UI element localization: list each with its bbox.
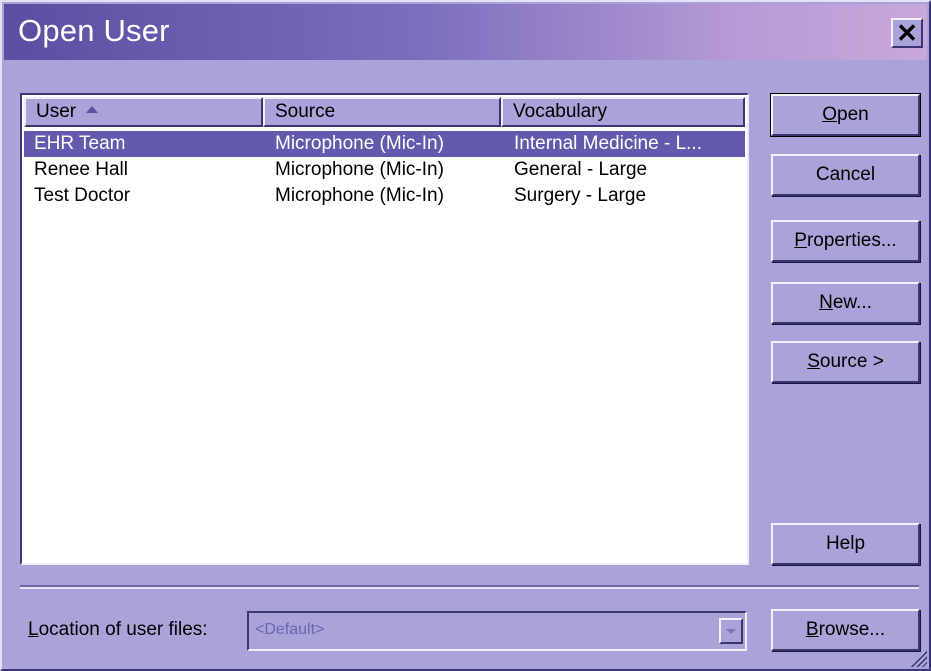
button-label: roperties... xyxy=(806,230,897,251)
location-combobox[interactable]: <Default> xyxy=(247,611,747,651)
mnemonic: O xyxy=(822,104,838,125)
chevron-down-icon xyxy=(726,628,736,634)
browse-button[interactable]: Browse... xyxy=(771,609,920,651)
button-label: ew... xyxy=(832,292,872,313)
mnemonic: L xyxy=(28,619,39,640)
source-button[interactable]: Source > xyxy=(771,341,920,383)
sort-ascending-icon xyxy=(86,106,99,113)
column-header-vocabulary[interactable]: Vocabulary xyxy=(501,97,745,127)
cell-source: Microphone (Mic-In) xyxy=(275,159,444,180)
properties-button[interactable]: Properties... xyxy=(771,220,920,262)
mnemonic: B xyxy=(805,619,819,640)
dialog-title: Open User xyxy=(18,13,170,48)
user-list[interactable]: User Source Vocabulary EHR Team Micropho… xyxy=(20,93,749,565)
list-item[interactable]: EHR Team Microphone (Mic-In) Internal Me… xyxy=(24,131,745,157)
open-button[interactable]: Open xyxy=(770,93,921,137)
location-label-text: ocation of user files: xyxy=(38,619,208,640)
button-label: Cancel xyxy=(815,164,876,185)
button-label: ource > xyxy=(819,351,884,372)
new-button[interactable]: New... xyxy=(771,282,920,324)
cell-vocabulary: Internal Medicine - L... xyxy=(514,133,702,154)
location-value: <Default> xyxy=(255,621,325,638)
list-item[interactable]: Renee Hall Microphone (Mic-In) General -… xyxy=(24,157,745,183)
cell-source: Microphone (Mic-In) xyxy=(275,185,444,206)
resize-grip-icon[interactable] xyxy=(909,649,927,667)
column-header-label: Vocabulary xyxy=(513,101,608,122)
button-label: rowse... xyxy=(818,619,886,640)
list-item[interactable]: Test Doctor Microphone (Mic-In) Surgery … xyxy=(24,183,745,209)
cell-vocabulary: General - Large xyxy=(514,159,648,180)
close-icon: ✕ xyxy=(896,18,918,48)
dropdown-button[interactable] xyxy=(719,618,743,644)
cell-vocabulary: Surgery - Large xyxy=(514,185,647,206)
column-header-label: Source xyxy=(275,101,336,122)
separator xyxy=(20,585,919,589)
button-label: pen xyxy=(837,104,869,125)
cancel-button[interactable]: Cancel xyxy=(771,154,920,196)
location-label: Location of user files: xyxy=(28,619,208,641)
cell-user: Renee Hall xyxy=(34,159,128,180)
mnemonic: N xyxy=(819,292,833,313)
help-button[interactable]: Help xyxy=(771,523,920,565)
cell-user: EHR Team xyxy=(34,133,126,154)
cell-source: Microphone (Mic-In) xyxy=(275,133,444,154)
title-bar[interactable]: Open User ✕ xyxy=(4,4,927,60)
button-label: Help xyxy=(825,533,866,554)
column-header-label: User xyxy=(36,101,77,122)
open-user-dialog: Open User ✕ User Source Vocabulary EHR T… xyxy=(0,0,931,671)
mnemonic: P xyxy=(794,230,807,251)
close-button[interactable]: ✕ xyxy=(891,18,923,48)
column-header-source[interactable]: Source xyxy=(263,97,501,127)
column-header-user[interactable]: User xyxy=(24,97,263,127)
cell-user: Test Doctor xyxy=(34,185,131,206)
mnemonic: S xyxy=(807,351,820,372)
list-header: User Source Vocabulary xyxy=(24,97,745,127)
